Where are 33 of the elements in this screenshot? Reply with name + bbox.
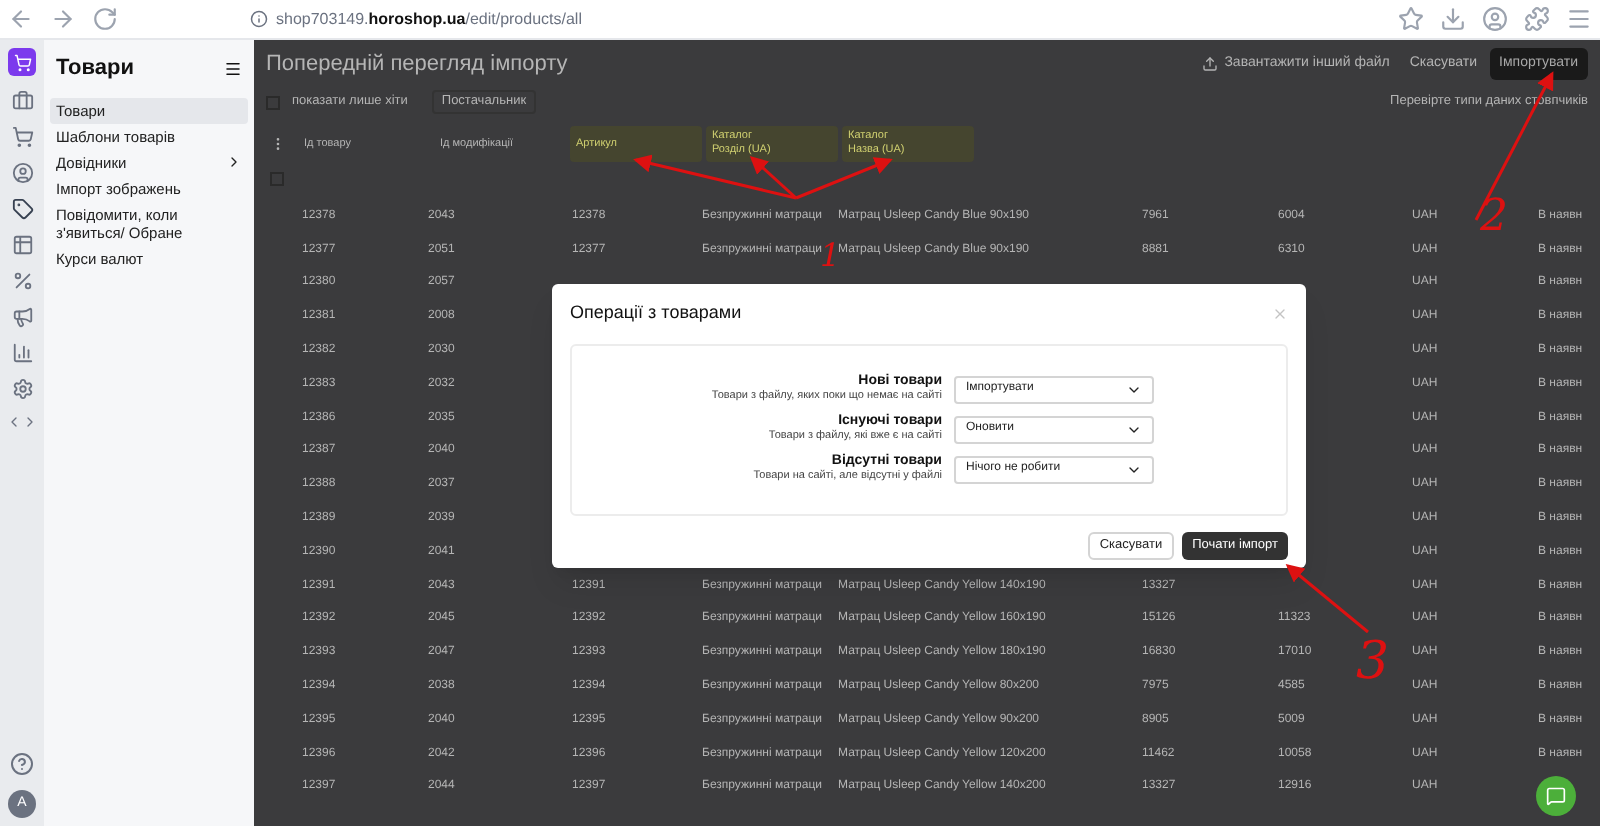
- percent-icon[interactable]: [11, 270, 33, 292]
- cart-icon[interactable]: [11, 126, 33, 148]
- chart-icon[interactable]: [11, 342, 33, 364]
- reload-icon[interactable]: [92, 6, 118, 32]
- table-icon[interactable]: [11, 234, 33, 256]
- page-title: Попередній перегляд імпорту: [266, 49, 570, 80]
- user-icon[interactable]: [11, 162, 33, 184]
- chat-icon: [1546, 786, 1566, 806]
- annotation-number: 2: [1480, 190, 1508, 246]
- address-field[interactable]: shop703149.horoshop.ua/edit/products/all: [250, 3, 1382, 35]
- site-info-icon[interactable]: [250, 10, 268, 28]
- briefcase-icon[interactable]: [11, 90, 33, 112]
- forward-icon[interactable]: [50, 6, 76, 32]
- bookmark-icon[interactable]: [1398, 6, 1424, 32]
- dialog-title: Операції з товарами: [570, 300, 742, 326]
- megaphone-icon[interactable]: [11, 306, 33, 328]
- annotation-number: 1: [820, 234, 841, 278]
- help-icon[interactable]: [10, 752, 34, 776]
- expand-icon[interactable]: [22, 414, 38, 430]
- back-icon[interactable]: [8, 6, 34, 32]
- download-icon[interactable]: [1440, 6, 1466, 32]
- logo-icon[interactable]: [8, 48, 36, 76]
- menu-icon[interactable]: [224, 59, 242, 78]
- annotation-number: 3: [1356, 630, 1390, 696]
- settings-icon[interactable]: [11, 378, 33, 400]
- sidebar-title: Товари: [56, 54, 134, 84]
- upload-icon: [1202, 56, 1219, 72]
- collapse-icon[interactable]: [6, 414, 22, 430]
- profile-icon[interactable]: [1482, 6, 1508, 32]
- chevron-icon: [226, 154, 242, 170]
- url-text: shop703149.horoshop.ua/edit/products/all: [276, 7, 582, 31]
- extensions-icon[interactable]: [1524, 6, 1550, 32]
- tag-icon[interactable]: [11, 198, 33, 220]
